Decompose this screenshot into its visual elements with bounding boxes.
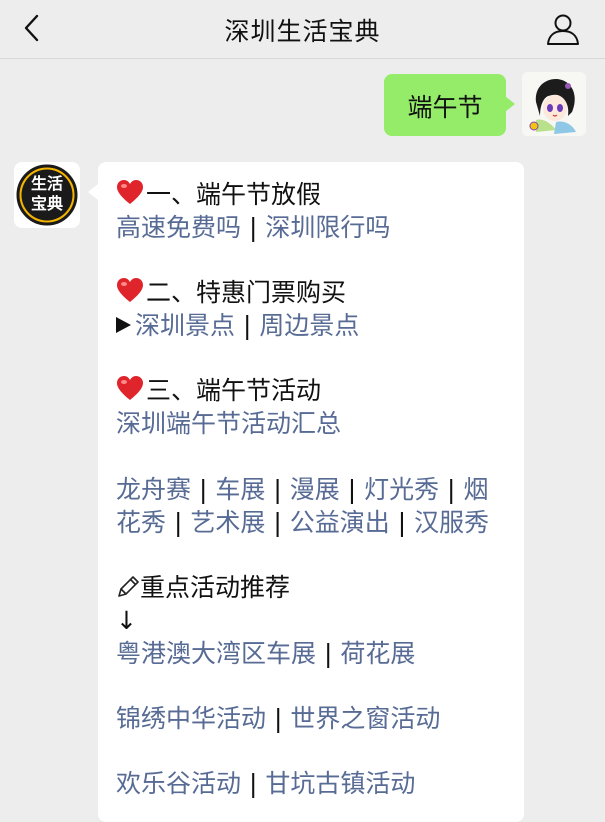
heart-icon [117, 376, 143, 400]
play-icon [116, 317, 131, 333]
link-dragon-boat[interactable]: 龙舟赛 [116, 475, 191, 504]
separator: | [248, 769, 258, 798]
section-heading-recommend: 重点活动推荐 [116, 571, 290, 605]
activity-links-row1: 龙舟赛 | 车展 | 漫展 | 灯光秀 | 烟 [116, 473, 488, 507]
down-arrow: ↓ [116, 606, 137, 635]
bot-avatar[interactable]: 生活 宝典 [14, 162, 80, 228]
heading-text: 三、端午节活动 [146, 376, 322, 405]
outgoing-bubble[interactable]: 端午节 [384, 74, 515, 136]
link-lotus-show[interactable]: 荷花展 [340, 639, 415, 668]
separator: | [273, 704, 283, 733]
link-car-show[interactable]: 车展 [215, 475, 265, 504]
heart-icon [117, 180, 143, 204]
incoming-bubble: 一、端午节放假 高速免费吗 | 深圳限行吗 二、特惠门票购买 深圳景点 | 周边… [88, 162, 524, 822]
user-avatar[interactable] [522, 72, 586, 136]
link-window-of-world[interactable]: 世界之窗活动 [290, 704, 440, 733]
link-gankeng-town[interactable]: 甘坑古镇活动 [265, 769, 415, 798]
separator: | [173, 508, 183, 537]
link-charity-show[interactable]: 公益演出 [290, 508, 390, 537]
separator: | [347, 475, 357, 504]
anime-avatar [522, 72, 586, 136]
pencil-icon [118, 576, 139, 597]
separator: | [273, 475, 282, 504]
link-comic-show[interactable]: 漫展 [290, 475, 340, 504]
link-traffic-restriction[interactable]: 深圳限行吗 [265, 213, 390, 242]
heart-icon [117, 278, 143, 302]
section-heading-tickets: 二、特惠门票购买 [116, 276, 346, 310]
link-splendid-china[interactable]: 锦绣中华活动 [116, 704, 266, 733]
bot-avatar-line2: 宝典 [30, 194, 63, 213]
link-highway-free[interactable]: 高速免费吗 [116, 213, 241, 242]
link-activities-summary[interactable]: 深圳端午节活动汇总 [116, 409, 341, 438]
separator: | [242, 311, 252, 340]
recommend-row2: 锦绣中华活动 | 世界之窗活动 [116, 702, 440, 736]
recommend-row1: 粤港澳大湾区车展 | 荷花展 [116, 637, 415, 671]
holiday-links: 高速免费吗 | 深圳限行吗 [116, 211, 390, 245]
user-icon[interactable] [545, 12, 581, 46]
link-shenzhen-attractions[interactable]: 深圳景点 [135, 311, 235, 340]
link-fireworks-end[interactable]: 花秀 [116, 508, 166, 537]
separator: | [397, 508, 407, 537]
link-light-show[interactable]: 灯光秀 [364, 475, 439, 504]
activities-summary: 深圳端午节活动汇总 [116, 407, 341, 441]
link-art-show[interactable]: 艺术展 [190, 508, 265, 537]
separator: | [323, 639, 333, 668]
chat-title: 深圳生活宝典 [224, 17, 381, 46]
activity-links-row2: 花秀 | 艺术展 | 公益演出 | 汉服秀 [116, 506, 489, 540]
ticket-links: 深圳景点 | 周边景点 [116, 309, 359, 343]
link-nearby-attractions[interactable]: 周边景点 [259, 311, 359, 340]
link-gba-car-show[interactable]: 粤港澳大湾区车展 [116, 639, 316, 668]
section-heading-holiday: 一、端午节放假 [116, 178, 321, 212]
heading-text: 一、端午节放假 [146, 180, 322, 209]
bot-avatar-line1: 生活 [30, 174, 63, 193]
link-happy-valley[interactable]: 欢乐谷活动 [116, 769, 241, 798]
link-fireworks-start[interactable]: 烟 [463, 475, 488, 504]
separator: | [248, 213, 258, 242]
section-heading-activities: 三、端午节活动 [116, 374, 321, 408]
separator: | [447, 475, 456, 504]
heading-text: 重点活动推荐 [140, 573, 291, 602]
separator: | [198, 475, 208, 504]
heading-text: 二、特惠门票购买 [146, 278, 347, 307]
navigation-bar: 深圳生活宝典 [0, 0, 605, 59]
link-hanfu-show[interactable]: 汉服秀 [414, 508, 489, 537]
separator: | [273, 508, 282, 537]
